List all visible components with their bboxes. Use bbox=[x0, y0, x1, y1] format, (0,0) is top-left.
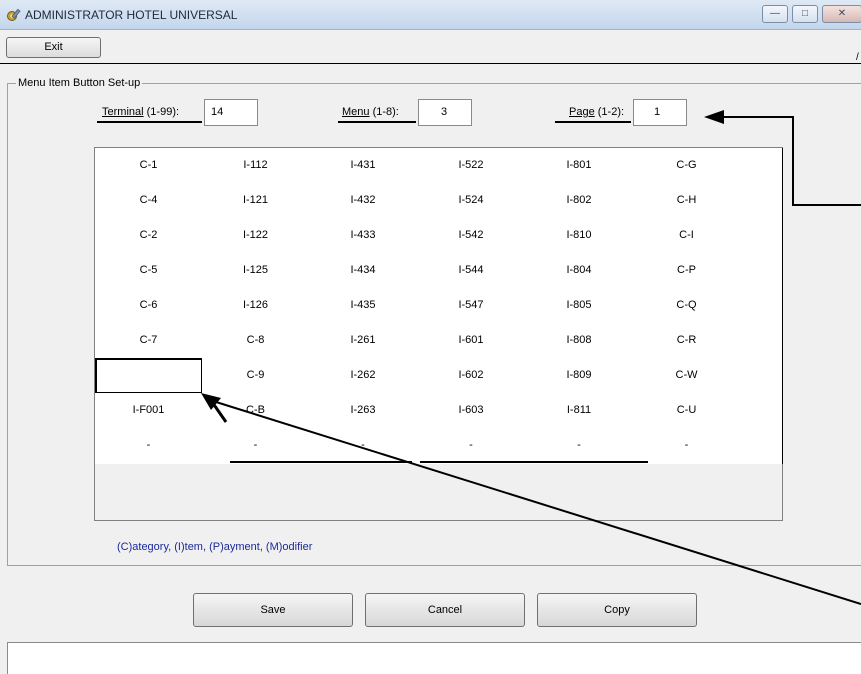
grid-cell[interactable]: I-808 bbox=[525, 323, 634, 359]
grid-cell[interactable]: C-6 bbox=[95, 288, 203, 324]
grid-cell[interactable]: I-542 bbox=[417, 218, 526, 254]
title-bar: ADMINISTRATOR HOTEL UNIVERSAL ― □ ✕ bbox=[0, 0, 861, 30]
grid-cell[interactable]: - bbox=[417, 428, 526, 464]
cancel-button[interactable]: Cancel bbox=[365, 593, 525, 627]
grid-cell[interactable]: C-R bbox=[633, 323, 741, 359]
grid-cell[interactable] bbox=[740, 183, 783, 219]
grid-cell[interactable]: C-5 bbox=[95, 253, 203, 289]
grid-cell[interactable]: I-601 bbox=[417, 323, 526, 359]
menu-button-grid: C-1 I-112 I-431 I-522 I-801 C-G C-4 I-121 I-432 I… bbox=[94, 147, 783, 521]
grid-cell[interactable]: C-4 bbox=[95, 183, 203, 219]
grid-cell[interactable] bbox=[740, 253, 783, 289]
save-button[interactable]: Save bbox=[193, 593, 353, 627]
close-button[interactable]: ✕ bbox=[822, 5, 861, 23]
exit-button[interactable]: Exit bbox=[6, 37, 101, 58]
page-underline bbox=[555, 121, 631, 123]
terminal-label-range: (1-99): bbox=[143, 106, 180, 118]
maximize-icon: □ bbox=[801, 8, 809, 19]
menu-label: Menu (1-8): bbox=[342, 106, 399, 118]
grid-cell[interactable]: I-125 bbox=[202, 253, 310, 289]
grid-cell[interactable]: - bbox=[633, 428, 741, 464]
grid-cell[interactable]: - bbox=[309, 428, 418, 464]
grid-cell[interactable]: I-122 bbox=[202, 218, 310, 254]
grid-cell[interactable]: C-1 bbox=[95, 148, 203, 184]
grid-cell[interactable]: I-261 bbox=[309, 323, 418, 359]
grid-cell[interactable] bbox=[740, 218, 783, 254]
toolbar-edge-mark: / bbox=[856, 52, 859, 63]
grid-cell[interactable] bbox=[740, 148, 783, 184]
grid-cell[interactable]: C-P bbox=[633, 253, 741, 289]
grid-cell[interactable] bbox=[740, 323, 783, 359]
grid-cell[interactable]: - bbox=[95, 428, 203, 464]
grid-cell[interactable]: I-522 bbox=[417, 148, 526, 184]
copy-button[interactable]: Copy bbox=[537, 593, 697, 627]
maximize-button[interactable]: □ bbox=[792, 5, 818, 23]
grid-cell[interactable] bbox=[740, 358, 783, 394]
close-icon: ✕ bbox=[837, 8, 847, 19]
grid-cell[interactable]: I-602 bbox=[417, 358, 526, 394]
grid-cell[interactable]: C-2 bbox=[95, 218, 203, 254]
grid-cell[interactable]: C-B bbox=[202, 393, 310, 429]
grid-cell[interactable] bbox=[740, 288, 783, 324]
menu-label-key: Menu bbox=[342, 106, 370, 118]
grid-cell[interactable]: C-U bbox=[633, 393, 741, 429]
grid-cell[interactable]: C-7 bbox=[95, 323, 203, 359]
groupbox-title: Menu Item Button Set-up bbox=[16, 77, 143, 89]
grid-cell[interactable]: C-9 bbox=[202, 358, 310, 394]
grid-cell[interactable]: - bbox=[202, 428, 310, 464]
grid-cell[interactable]: C-H bbox=[633, 183, 741, 219]
grid-cell[interactable]: I-126 bbox=[202, 288, 310, 324]
terminal-label-key: Terminal bbox=[102, 106, 144, 118]
grid-cell[interactable]: I-544 bbox=[417, 253, 526, 289]
grid-cell[interactable]: C-W bbox=[633, 358, 741, 394]
grid-bottom-rule-right bbox=[420, 461, 648, 463]
grid-legend: (C)ategory, (I)tem, (P)ayment, (M)odifie… bbox=[117, 541, 313, 553]
page-input[interactable]: 1 bbox=[633, 99, 687, 126]
grid-cell[interactable]: I-432 bbox=[309, 183, 418, 219]
gear-wrench-icon bbox=[7, 8, 21, 21]
grid-cell[interactable]: I-435 bbox=[309, 288, 418, 324]
grid-cell[interactable]: C-G bbox=[633, 148, 741, 184]
grid-cell[interactable]: I-809 bbox=[525, 358, 634, 394]
grid-cell[interactable]: I-431 bbox=[309, 148, 418, 184]
menu-input[interactable]: 3 bbox=[418, 99, 472, 126]
grid-cell[interactable]: C-Q bbox=[633, 288, 741, 324]
grid-cell[interactable]: I-801 bbox=[525, 148, 634, 184]
minimize-icon: ― bbox=[770, 8, 780, 19]
grid-cell[interactable]: I-262 bbox=[309, 358, 418, 394]
grid-cell[interactable]: I-802 bbox=[525, 183, 634, 219]
page-label-range: (1-2): bbox=[594, 106, 625, 118]
grid-cell[interactable]: I-603 bbox=[417, 393, 526, 429]
menu-underline bbox=[338, 121, 416, 123]
toolbar-divider bbox=[0, 63, 861, 64]
grid-cell[interactable]: I-547 bbox=[417, 288, 526, 324]
page-label-key: Page bbox=[569, 106, 595, 118]
terminal-underline bbox=[97, 121, 202, 123]
grid-cell[interactable]: I-810 bbox=[525, 218, 634, 254]
grid-cell[interactable]: C-I bbox=[633, 218, 741, 254]
menu-label-range: (1-8): bbox=[369, 106, 399, 118]
page-label: Page (1-2): bbox=[569, 106, 624, 118]
grid-cell[interactable]: C-8 bbox=[202, 323, 310, 359]
grid-cell[interactable]: I-F001 bbox=[95, 393, 203, 429]
grid-cell[interactable] bbox=[740, 393, 783, 429]
grid-cell[interactable]: I-811 bbox=[525, 393, 634, 429]
grid-cell[interactable]: I-524 bbox=[417, 183, 526, 219]
grid-cell[interactable] bbox=[740, 428, 783, 464]
minimize-button[interactable]: ― bbox=[762, 5, 788, 23]
grid-cell[interactable]: I-121 bbox=[202, 183, 310, 219]
terminal-label: Terminal (1-99): bbox=[102, 106, 179, 118]
window-title: ADMINISTRATOR HOTEL UNIVERSAL bbox=[25, 8, 238, 22]
grid-cell[interactable]: - bbox=[525, 428, 634, 464]
grid-bottom-rule-left bbox=[230, 461, 412, 463]
grid-cell[interactable]: I-112 bbox=[202, 148, 310, 184]
grid-cell[interactable]: I-263 bbox=[309, 393, 418, 429]
terminal-input[interactable]: 14 bbox=[204, 99, 258, 126]
status-panel bbox=[7, 642, 861, 674]
grid-cell[interactable]: I-804 bbox=[525, 253, 634, 289]
grid-cell[interactable]: I-434 bbox=[309, 253, 418, 289]
grid-cell[interactable]: I-805 bbox=[525, 288, 634, 324]
grid-cell[interactable]: I-433 bbox=[309, 218, 418, 254]
grid-cell-selected[interactable] bbox=[95, 358, 203, 394]
